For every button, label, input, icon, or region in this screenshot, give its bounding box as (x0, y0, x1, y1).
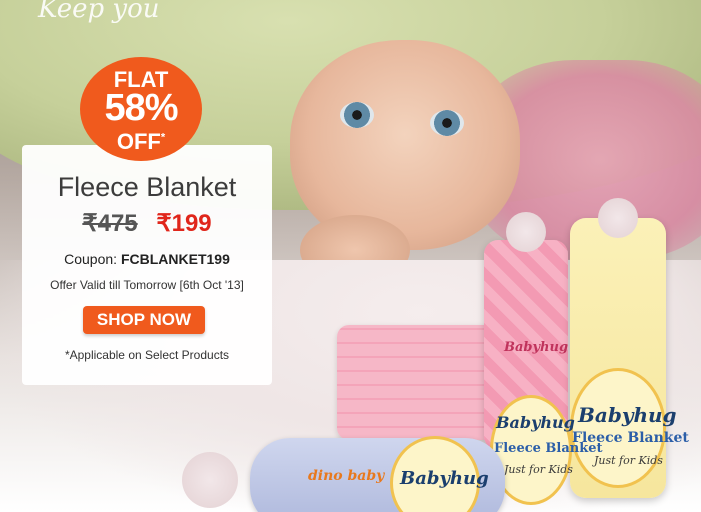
product-title: Fleece Blanket (57, 172, 237, 202)
yellow-roll-tagline: Just for Kids (594, 454, 663, 467)
pink-roll-product-name: Fleece Blanket (494, 441, 603, 456)
badge-off-text: OFF* (80, 129, 202, 155)
script-headline: Keep you (38, 0, 160, 24)
folded-pink-blanket-image (337, 325, 497, 440)
coupon-code: FCBLANKET199 (120, 251, 230, 267)
pink-roll-brand: Babyhug (504, 340, 569, 355)
blue-blanket-roll-image: dino baby Babyhug (250, 436, 505, 512)
sale-price: ₹199 (156, 210, 212, 237)
blue-roll-tie (182, 452, 238, 508)
pink-roll-label-brand: Babyhug (496, 413, 575, 432)
pink-roll-tie (506, 212, 546, 252)
yellow-blanket-roll-image: Babyhug Fleece Blanket Just for Kids (570, 198, 689, 498)
badge-percent-text: 58% (104, 87, 178, 129)
coupon-label: Coupon: (64, 251, 118, 267)
yellow-roll-brand: Babyhug (578, 403, 677, 427)
yellow-roll-label (570, 368, 666, 488)
original-price: ₹475 (82, 210, 138, 237)
offer-validity: Offer Valid till Tomorrow [6th Oct '13] (50, 278, 244, 292)
discount-badge: FLAT 58% OFF* (80, 57, 202, 161)
baby-eye-right (430, 110, 464, 136)
badge-off-label: OFF (116, 129, 161, 154)
blue-roll-brand: Babyhug (400, 468, 489, 489)
baby-image (290, 40, 520, 250)
disclaimer-text: *Applicable on Select Products (64, 348, 230, 362)
blue-roll-text: dino baby (308, 468, 385, 484)
shop-now-button[interactable]: SHOP NOW (83, 306, 205, 334)
badge-asterisk: * (160, 131, 166, 144)
pink-roll-tagline: Just for Kids (504, 463, 573, 476)
coupon-line: Coupon: FCBLANKET199 (22, 251, 272, 267)
promo-banner[interactable]: Keep you Babyhug Babyhug Fleece Blanket … (0, 0, 701, 512)
price-row: ₹475 ₹199 (22, 209, 272, 238)
baby-eye-left (340, 102, 374, 128)
yellow-roll-tie (598, 198, 638, 238)
offer-card: Fleece Blanket ₹475 ₹199 Coupon: FCBLANK… (22, 145, 272, 385)
